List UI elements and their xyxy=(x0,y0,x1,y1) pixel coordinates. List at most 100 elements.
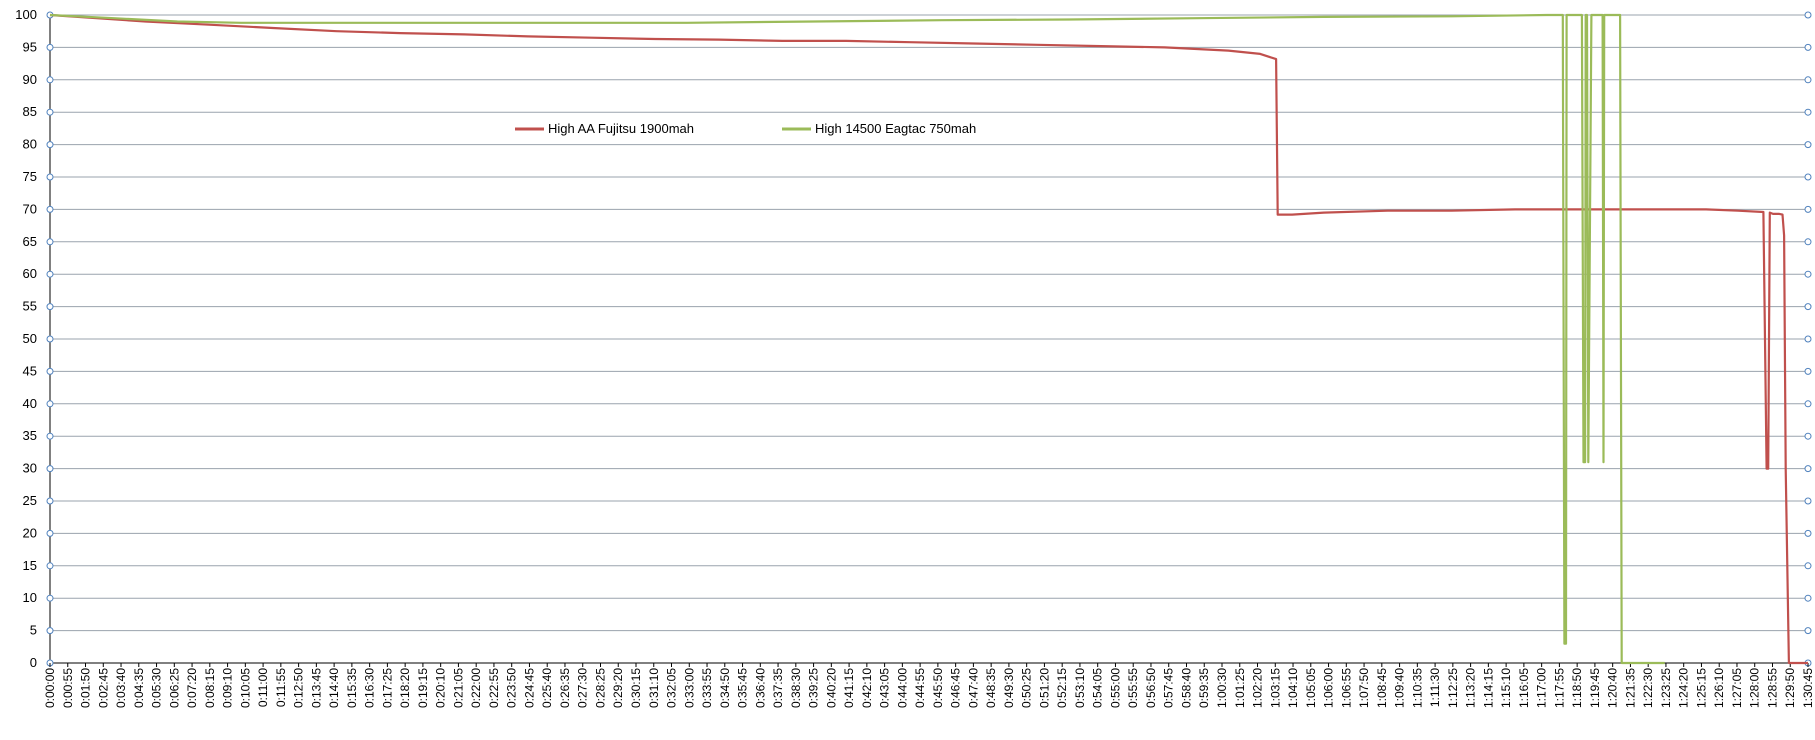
y-axis-marker-left-35 xyxy=(46,432,54,440)
y-axis-marker-left-80 xyxy=(46,141,54,149)
x-tick-label: 0:53:10 xyxy=(1073,668,1087,708)
x-tick-label: 1:06:00 xyxy=(1322,668,1336,708)
y-tick-label-20: 20 xyxy=(23,525,37,540)
y-tick-label-70: 70 xyxy=(23,201,37,216)
x-tick-label: 0:05:30 xyxy=(150,668,164,708)
x-tick-label: 1:18:50 xyxy=(1570,668,1584,708)
x-tick-label: 0:00:00 xyxy=(43,668,57,708)
y-axis-marker-left-60 xyxy=(46,270,54,278)
x-tick-label: 1:03:15 xyxy=(1268,668,1282,708)
x-tick-label: 0:12:50 xyxy=(292,668,306,708)
x-tick-label: 0:16:30 xyxy=(363,668,377,708)
y-tick-label-50: 50 xyxy=(23,331,37,346)
x-tick-label: 0:03:40 xyxy=(114,668,128,708)
x-tick-label: 0:11:00 xyxy=(256,668,270,707)
x-tick-label: 1:04:10 xyxy=(1286,668,1300,708)
x-tick-label: 0:56:50 xyxy=(1144,668,1158,708)
x-tick-label: 0:42:10 xyxy=(860,668,874,708)
legend-label-eagtac: High 14500 Eagtac 750mah xyxy=(815,121,976,136)
y-axis-marker-right-10 xyxy=(1804,594,1812,602)
x-tick-label: 1:10:35 xyxy=(1410,668,1424,708)
x-tick-label: 0:43:05 xyxy=(878,668,892,708)
y-tick-label-10: 10 xyxy=(23,590,37,605)
x-tick-label: 1:20:40 xyxy=(1606,668,1620,708)
x-tick-label: 0:35:45 xyxy=(736,668,750,708)
x-tick-label: 0:09:10 xyxy=(221,668,235,708)
x-tick-label: 0:22:00 xyxy=(469,668,483,708)
x-tick-label: 0:34:50 xyxy=(718,668,732,708)
x-tick-label: 1:19:45 xyxy=(1588,668,1602,708)
y-tick-label-30: 30 xyxy=(23,461,37,476)
x-tick-label: 0:32:05 xyxy=(665,668,679,708)
x-tick-label: 1:17:55 xyxy=(1552,668,1566,708)
x-tick-label: 0:33:00 xyxy=(682,668,696,708)
x-tick-label: 0:39:25 xyxy=(807,668,821,708)
y-axis-marker-left-75 xyxy=(46,173,54,181)
legend-label-fujitsu: High AA Fujitsu 1900mah xyxy=(548,121,694,136)
y-tick-label-40: 40 xyxy=(23,396,37,411)
x-tick-label: 0:58:40 xyxy=(1179,668,1193,708)
y-tick-label-100: 100 xyxy=(15,7,37,22)
y-axis-marker-left-90 xyxy=(46,76,54,84)
y-axis-marker-right-65 xyxy=(1804,238,1812,246)
y-tick-label-15: 15 xyxy=(23,558,37,573)
x-tick-label: 1:11:30 xyxy=(1428,668,1442,707)
y-tick-label-65: 65 xyxy=(23,234,37,249)
y-tick-label-55: 55 xyxy=(23,299,37,314)
x-tick-label: 0:51:20 xyxy=(1037,668,1051,708)
x-tick-label: 0:20:10 xyxy=(434,668,448,708)
y-axis-marker-right-70 xyxy=(1804,205,1812,213)
x-tick-label: 0:19:15 xyxy=(416,668,430,708)
y-tick-label-0: 0 xyxy=(30,655,37,670)
y-axis-marker-right-55 xyxy=(1804,303,1812,311)
x-tick-label: 1:15:10 xyxy=(1499,668,1513,708)
x-tick-label: 0:49:30 xyxy=(1002,668,1016,708)
x-tick-label: 0:40:20 xyxy=(824,668,838,708)
y-axis-marker-right-30 xyxy=(1804,465,1812,473)
y-axis-marker-left-25 xyxy=(46,497,54,505)
x-tick-label: 1:29:50 xyxy=(1783,668,1797,708)
legend: High AA Fujitsu 1900mah High 14500 Eagta… xyxy=(515,121,976,136)
y-axis-marker-right-35 xyxy=(1804,432,1812,440)
y-axis-marker-right-40 xyxy=(1804,400,1812,408)
x-tick-label: 0:55:55 xyxy=(1126,668,1140,708)
x-tick-label: 0:54:05 xyxy=(1091,668,1105,708)
x-tick-label: 1:00:30 xyxy=(1215,668,1229,708)
x-tick-label: 0:23:50 xyxy=(505,668,519,708)
x-tick-label: 0:24:45 xyxy=(522,668,536,708)
y-tick-label-35: 35 xyxy=(23,428,37,443)
x-tick-label: 1:25:15 xyxy=(1694,668,1708,708)
y-axis-marker-left-50 xyxy=(46,335,54,343)
x-tick-label: 0:15:35 xyxy=(345,668,359,708)
x-axis-ticks: 0:00:00 0:00:55 0:01:50 0:02:45 0:03:40 0:04:… xyxy=(43,663,1815,708)
x-tick-label: 1:26:10 xyxy=(1712,668,1726,708)
x-tick-label: 1:08:45 xyxy=(1375,668,1389,708)
x-tick-label: 1:12:25 xyxy=(1446,668,1460,708)
x-tick-label: 0:48:35 xyxy=(984,668,998,708)
y-axis-marker-left-55 xyxy=(46,303,54,311)
x-tick-label: 0:28:25 xyxy=(593,668,607,708)
y-axis-marker-right-50 xyxy=(1804,335,1812,343)
x-tick-label: 0:45:50 xyxy=(931,668,945,708)
x-tick-label: 0:57:45 xyxy=(1162,668,1176,708)
x-tick-label: 0:37:35 xyxy=(771,668,785,708)
y-axis-marker-left-10 xyxy=(46,594,54,602)
x-tick-label: 0:17:25 xyxy=(380,668,394,708)
x-tick-label: 0:44:55 xyxy=(913,668,927,708)
x-tick-label: 1:14:15 xyxy=(1481,668,1495,708)
x-tick-label: 1:27:05 xyxy=(1730,668,1744,708)
y-axis-marker-left-85 xyxy=(46,108,54,116)
x-tick-label: 0:04:35 xyxy=(132,668,146,708)
x-tick-label: 0:07:20 xyxy=(185,668,199,708)
x-tick-label: 1:30:45 xyxy=(1801,668,1815,708)
x-tick-label: 0:08:15 xyxy=(203,668,217,708)
x-tick-label: 0:33:55 xyxy=(700,668,714,708)
x-tick-label: 0:38:30 xyxy=(789,668,803,708)
y-tick-label-5: 5 xyxy=(30,623,37,638)
y-axis-marker-right-100 xyxy=(1804,11,1812,19)
x-tick-label: 0:25:40 xyxy=(540,668,554,708)
y-axis-marker-right-95 xyxy=(1804,43,1812,51)
x-tick-label: 0:00:55 xyxy=(61,668,75,708)
x-tick-label: 0:31:10 xyxy=(647,668,661,708)
y-axis-marker-right-5 xyxy=(1804,627,1812,635)
